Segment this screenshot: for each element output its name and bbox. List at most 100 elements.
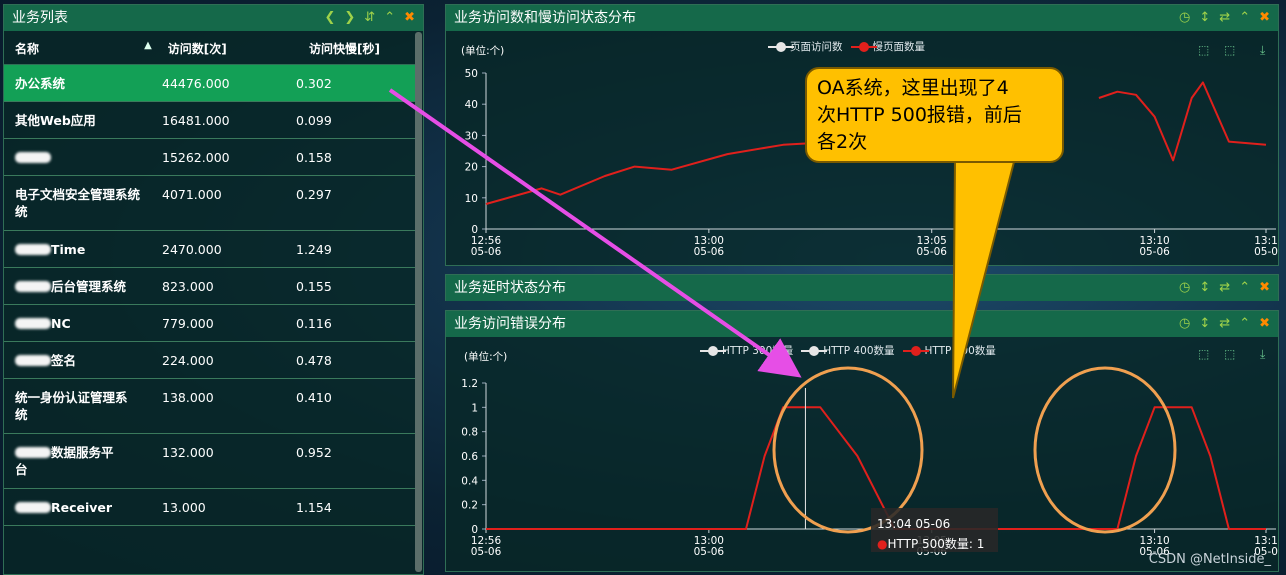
callout-line: 次HTTP 500报错，前后 xyxy=(817,104,1022,126)
cell-name: 后台管理系统 xyxy=(4,268,150,304)
table-row[interactable]: NC 779.000 0.116 xyxy=(4,305,415,342)
y-tick-label: 1 xyxy=(471,402,478,414)
cell-name: 签名 xyxy=(4,342,150,378)
tooltip-value: 1 xyxy=(976,537,985,551)
y-tick-label: 1.2 xyxy=(461,378,478,390)
y-tick-label: 0.2 xyxy=(461,500,478,512)
refresh-icon[interactable]: ⇄ xyxy=(1219,5,1230,31)
y-tick-label: 10 xyxy=(465,193,478,205)
table-row[interactable]: Time 2470.000 1.249 xyxy=(4,231,415,268)
x-tick-label: 05-06 xyxy=(1139,246,1170,258)
tooltip-dot-icon: ● xyxy=(877,537,888,551)
cell-speed: 0.297 xyxy=(296,187,332,202)
clock-icon[interactable]: ◷ xyxy=(1179,311,1190,337)
cell-speed: 0.952 xyxy=(296,445,332,460)
panel-title: 业务访问数和慢访问状态分布 xyxy=(446,5,1278,31)
cell-name: Time xyxy=(4,231,150,267)
latency-panel: 业务延时状态分布 ◷ ↕ ⇄ ⌃ ✖ xyxy=(445,274,1279,301)
close-icon[interactable]: ✖ xyxy=(404,5,415,31)
cell-visits: 132.000 xyxy=(162,445,214,460)
tooltip-series: HTTP 500数量 xyxy=(887,537,969,551)
error-chart-panel: 业务访问错误分布 ◷ ↕ ⇄ ⌃ ✖ (单位:个) HTTP 300数量 HTT… xyxy=(445,310,1279,572)
clock-icon[interactable]: ◷ xyxy=(1179,5,1190,31)
redacted-text xyxy=(15,502,51,513)
table-row[interactable]: Receiver 13.000 1.154 xyxy=(4,489,415,526)
cell-visits: 16481.000 xyxy=(162,113,230,128)
panel-toolbar: ◷ ↕ ⇄ ⌃ ✖ xyxy=(1179,275,1270,301)
col-speed-header[interactable]: 访问快慢[秒] xyxy=(297,40,415,57)
table-row[interactable]: 签名 224.000 0.478 xyxy=(4,342,415,379)
redacted-text xyxy=(15,355,51,366)
table-row[interactable]: 统一身份认证管理系统 138.000 0.410 xyxy=(4,379,415,434)
resize-icon[interactable]: ↕ xyxy=(1199,311,1210,337)
x-tick-label: 05-06 xyxy=(471,246,502,258)
cell-name: 数据服务平台 xyxy=(15,445,114,477)
collapse-icon[interactable]: ⌃ xyxy=(1239,5,1250,31)
cell-visits: 823.000 xyxy=(162,279,214,294)
cell-name: 电子文档安全管理系统统 xyxy=(15,187,141,219)
redacted-text xyxy=(15,318,51,329)
cell-name: Receiver xyxy=(4,489,150,525)
annotation-callout: OA系统，这里出现了4 次HTTP 500报错，前后 各2次 xyxy=(805,67,1064,163)
redacted-text xyxy=(15,447,51,458)
chart-tooltip: 13:04 05-06 ●HTTP 500数量: 1 xyxy=(871,508,998,552)
table-row[interactable]: 其他Web应用 16481.000 0.099 xyxy=(4,102,415,139)
refresh-icon[interactable]: ⇄ xyxy=(1219,275,1230,301)
close-icon[interactable]: ✖ xyxy=(1259,5,1270,31)
cell-visits: 4071.000 xyxy=(162,187,222,202)
table-row[interactable]: 后台管理系统 823.000 0.155 xyxy=(4,268,415,305)
cell-speed: 1.249 xyxy=(296,242,332,257)
collapse-icon[interactable]: ⌃ xyxy=(1239,275,1250,301)
table-row[interactable]: 办公系统 44476.000 0.302 xyxy=(4,65,415,102)
x-tick-label: 05-06 xyxy=(471,546,502,558)
y-tick-label: 0.6 xyxy=(461,451,478,463)
y-tick-label: 30 xyxy=(465,130,478,142)
scrollbar[interactable] xyxy=(415,32,422,572)
table-row[interactable]: 15262.000 0.158 xyxy=(4,139,415,176)
resize-icon[interactable]: ↕ xyxy=(1199,5,1210,31)
prev-icon[interactable]: ❮ xyxy=(324,5,335,31)
refresh-icon[interactable]: ⇄ xyxy=(1219,311,1230,337)
cell-speed: 0.155 xyxy=(296,279,332,294)
close-icon[interactable]: ✖ xyxy=(1259,275,1270,301)
x-tick-label: 05-06 xyxy=(694,246,725,258)
y-tick-label: 50 xyxy=(465,68,478,80)
redacted-text xyxy=(15,152,51,163)
cell-visits: 138.000 xyxy=(162,390,214,405)
cell-name xyxy=(4,139,150,175)
resize-icon[interactable]: ↕ xyxy=(1199,275,1210,301)
callout-line: OA系统，这里出现了4 xyxy=(817,77,1009,99)
cell-visits: 224.000 xyxy=(162,353,214,368)
close-icon[interactable]: ✖ xyxy=(1259,311,1270,337)
panel-toolbar: ◷ ↕ ⇄ ⌃ ✖ xyxy=(1179,311,1270,337)
table-header: 名称 ▲ 访问数[次] 访问快慢[秒] xyxy=(4,32,415,65)
col-name-header[interactable]: 名称 ▲ xyxy=(4,40,156,57)
redacted-text xyxy=(15,281,51,292)
callout-line: 各2次 xyxy=(817,131,868,153)
col-visits-header[interactable]: 访问数[次] xyxy=(156,40,297,57)
cell-visits: 13.000 xyxy=(162,500,206,515)
tooltip-sep: : xyxy=(968,537,977,551)
collapse-icon[interactable]: ⌃ xyxy=(1239,311,1250,337)
sort-icon[interactable]: ⇵ xyxy=(364,5,375,31)
cell-name: 统一身份认证管理系统 xyxy=(15,390,128,422)
cell-name: 办公系统 xyxy=(15,76,66,91)
cell-speed: 1.154 xyxy=(296,500,332,515)
cell-visits: 44476.000 xyxy=(162,76,230,91)
next-icon[interactable]: ❯ xyxy=(344,5,355,31)
clock-icon[interactable]: ◷ xyxy=(1179,275,1190,301)
panel-title: 业务延时状态分布 xyxy=(446,275,1278,301)
collapse-icon[interactable]: ⌃ xyxy=(384,5,395,31)
cell-speed: 0.099 xyxy=(296,113,332,128)
cell-name: 其他Web应用 xyxy=(15,113,96,128)
redacted-text xyxy=(15,244,51,255)
panel-toolbar: ◷ ↕ ⇄ ⌃ ✖ xyxy=(1179,5,1270,31)
cell-speed: 0.302 xyxy=(296,76,332,91)
table-row[interactable]: 电子文档安全管理系统统 4071.000 0.297 xyxy=(4,176,415,231)
sort-both-icon[interactable]: ▲ xyxy=(144,40,152,51)
series-line xyxy=(1098,81,1267,162)
tooltip-time: 13:04 05-06 xyxy=(877,517,951,531)
watermark: CSDN @NetInside_ xyxy=(1148,552,1271,567)
cell-speed: 0.116 xyxy=(296,316,332,331)
table-row[interactable]: 数据服务平台 132.000 0.952 xyxy=(4,434,415,489)
